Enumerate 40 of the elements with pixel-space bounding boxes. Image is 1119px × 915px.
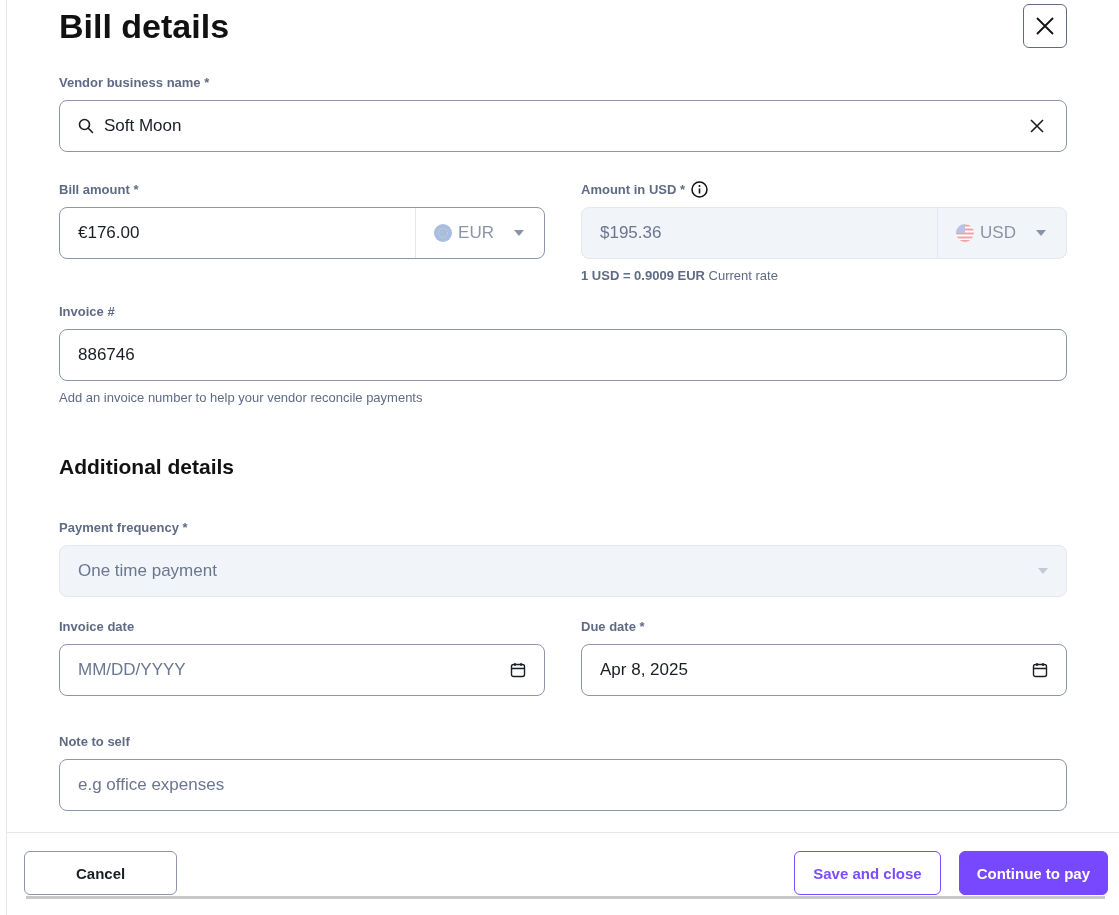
search-icon <box>78 118 94 134</box>
cancel-button[interactable]: Cancel <box>24 851 178 895</box>
calendar-icon <box>510 662 526 678</box>
vendor-search-field[interactable]: Soft Moon <box>59 100 1067 152</box>
field-value[interactable]: €176.00 <box>78 223 406 243</box>
field-value[interactable]: Soft Moon <box>104 116 1016 136</box>
caret-icon <box>1038 568 1048 574</box>
field-hint: 1 USD = 0.9009 EUR Current rate <box>581 268 779 283</box>
calendar-icon <box>1032 662 1048 678</box>
currency-code: EUR <box>458 223 494 243</box>
action-button[interactable]: Save and close <box>794 851 941 895</box>
field-label: Bill amount * <box>59 181 139 197</box>
field-hint: Add an invoice number to help your vendor reconcile payments <box>59 390 424 405</box>
field-placeholder[interactable]: MM/DD/YYYY <box>78 660 500 680</box>
field-value[interactable]: 886746 <box>78 345 1048 365</box>
field-label: Note to self <box>59 733 130 749</box>
action-button[interactable]: Continue to pay <box>958 851 1108 895</box>
dialog-title: Bill details <box>59 6 230 46</box>
close-icon <box>1036 17 1054 35</box>
flag-icon <box>956 224 975 242</box>
close-icon <box>1030 119 1044 133</box>
field-label: Vendor business name * <box>59 74 210 90</box>
flag-icon <box>434 224 453 242</box>
date-field[interactable]: Apr 8, 2025 <box>581 644 1067 696</box>
field-value[interactable]: Apr 8, 2025 <box>600 660 1022 680</box>
caret-icon <box>514 230 524 236</box>
currency-code: USD <box>980 223 1016 243</box>
caret-icon <box>1036 230 1046 236</box>
field-label: Invoice # <box>59 303 115 319</box>
text-field[interactable]: 886746 <box>59 329 1067 381</box>
field-placeholder[interactable]: e.g office expenses <box>78 775 1048 795</box>
field-label: Due date * <box>581 618 645 634</box>
field-label: Payment frequency * <box>59 519 188 535</box>
field-label: Invoice date <box>59 618 135 634</box>
section-heading: Additional details <box>59 455 235 479</box>
date-field[interactable]: MM/DD/YYYY <box>59 644 545 696</box>
text-field[interactable]: e.g office expenses <box>59 759 1067 811</box>
close-button[interactable] <box>1023 4 1067 48</box>
field-label: Amount in USD * <box>581 181 685 197</box>
amount-field[interactable]: €176.00 EUR <box>59 207 545 259</box>
